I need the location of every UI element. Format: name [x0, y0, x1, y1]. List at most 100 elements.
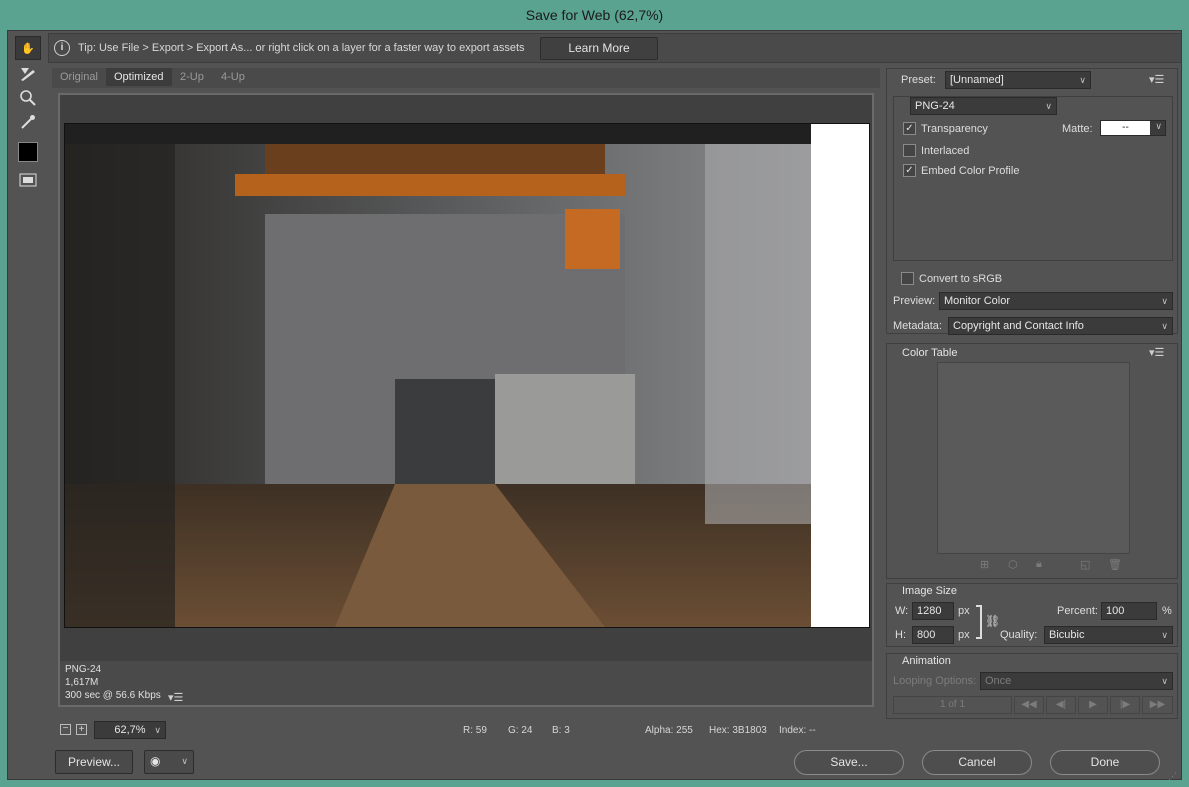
convert-srgb-label: Convert to sRGB	[919, 273, 1003, 285]
format-group: PNG-24 ∨ ✓ Transparency Matte: -- ∨ Inter…	[893, 96, 1173, 261]
first-frame-icon[interactable]: ◀◀	[1014, 696, 1044, 714]
matte-label: Matte:	[1062, 123, 1093, 135]
toggle-slices-icon[interactable]	[15, 168, 41, 192]
tip-text: Tip: Use File > Export > Export As... or…	[78, 42, 525, 54]
metadata-value: Copyright and Contact Info	[953, 320, 1084, 332]
hand-tool-icon[interactable]: ✋	[15, 36, 41, 60]
percent-input[interactable]: 100	[1101, 602, 1157, 620]
status-index: Index: --	[779, 725, 816, 736]
link-icon[interactable]: ⛓︎	[985, 614, 1000, 628]
metadata-label: Metadata:	[893, 320, 942, 332]
tab-2-up[interactable]: 2-Up	[172, 68, 212, 86]
matte-value: --	[1101, 121, 1150, 135]
zoom-value: 62,7%	[114, 724, 146, 736]
color-table-panel: Color Table ▾☰ ⊞ ⬡ 🔒︎ ◱ 🗑︎	[886, 343, 1178, 579]
view-tabs: Original Optimized 2-Up 4-Up	[52, 68, 880, 88]
slice-select-tool-icon[interactable]	[15, 62, 41, 86]
preset-value: [Unnamed]	[950, 74, 1004, 86]
percent-sign: %	[1162, 605, 1172, 617]
image-info-panel: PNG-24 1,617M 300 sec @ 56.6 Kbps ▾☰	[60, 661, 872, 705]
trash-icon[interactable]: 🗑︎	[1108, 558, 1122, 571]
optimize-menu-icon[interactable]: ▾☰	[1149, 73, 1164, 86]
factory-photo	[65, 124, 811, 627]
zoom-in-icon[interactable]: +	[76, 724, 87, 735]
info-format: PNG-24	[65, 664, 102, 675]
constrain-bracket	[976, 605, 982, 639]
looping-select[interactable]: Once ∨	[980, 672, 1173, 690]
browser-select[interactable]: ◉ ∨	[144, 750, 194, 774]
quality-select[interactable]: Bicubic ∨	[1044, 626, 1173, 644]
download-speed-menu-icon[interactable]: ▾☰	[168, 691, 183, 704]
eyedropper-color-swatch[interactable]	[15, 140, 41, 164]
width-input[interactable]: 1280	[912, 602, 954, 620]
metadata-select[interactable]: Copyright and Contact Info ∨	[948, 317, 1173, 335]
cube-icon[interactable]: ⬡	[1008, 558, 1018, 571]
preview-select[interactable]: Monitor Color ∨	[939, 292, 1173, 310]
cancel-button[interactable]: Cancel	[922, 750, 1032, 775]
preset-select[interactable]: [Unnamed] ∨	[945, 71, 1091, 89]
zoom-tool-icon[interactable]	[15, 86, 41, 110]
tools-panel: ✋	[15, 36, 41, 192]
color-table-menu-icon[interactable]: ▾☰	[1149, 346, 1164, 359]
quality-value: Bicubic	[1049, 629, 1085, 641]
status-r: R: 59	[463, 725, 487, 736]
chevron-down-icon: ∨	[154, 725, 161, 735]
status-g: G: 24	[508, 725, 533, 736]
browser-icon: ◉	[150, 754, 161, 768]
matte-select[interactable]: -- ∨	[1100, 120, 1166, 136]
next-frame-icon[interactable]: |▶	[1110, 696, 1140, 714]
resize-grip-icon[interactable]: ⋰	[1168, 771, 1177, 782]
preview-canvas[interactable]	[64, 123, 870, 628]
interlaced-checkbox[interactable]	[903, 144, 916, 157]
width-unit: px	[958, 605, 970, 617]
web-shift-icon[interactable]: ⊞	[980, 558, 989, 571]
transparency-label: Transparency	[921, 123, 988, 135]
chevron-down-icon: ∨	[181, 756, 188, 766]
play-icon[interactable]: ▶	[1078, 696, 1108, 714]
color-table-title: Color Table	[902, 347, 958, 359]
dialog-window: ✋ i Tip: Use File > Export > Export As..…	[7, 30, 1182, 782]
settings-panel: Preset: [Unnamed] ∨ ▾☰ PNG-24 ∨ ✓ Transpar…	[886, 68, 1178, 335]
zoom-out-icon[interactable]: −	[60, 724, 71, 735]
preview-button[interactable]: Preview...	[55, 750, 133, 774]
lock-icon[interactable]: 🔒︎	[1036, 558, 1042, 571]
embed-profile-checkbox[interactable]: ✓	[903, 164, 916, 177]
format-value: PNG-24	[915, 100, 955, 112]
color-table-grid	[937, 362, 1130, 554]
preview-label: Preview:	[893, 295, 936, 307]
info-speed: 300 sec @ 56.6 Kbps	[65, 690, 161, 701]
tip-bar: i Tip: Use File > Export > Export As... …	[48, 33, 1182, 63]
info-size: 1,617M	[65, 677, 99, 688]
width-label: W:	[895, 605, 909, 617]
prev-frame-icon[interactable]: ◀|	[1046, 696, 1076, 714]
zoom-select[interactable]: 62,7% ∨	[94, 721, 166, 739]
tab-4-up[interactable]: 4-Up	[213, 68, 253, 86]
learn-more-button[interactable]: Learn More	[540, 37, 658, 60]
frame-counter: 1 of 1	[893, 696, 1012, 714]
format-select[interactable]: PNG-24 ∨	[910, 97, 1057, 115]
preview-frame	[58, 93, 874, 707]
window-title: Save for Web (62,7%)	[525, 7, 664, 23]
chevron-down-icon: ∨	[1161, 676, 1168, 686]
eyedropper-tool-icon[interactable]	[15, 110, 41, 134]
chevron-down-icon: ∨	[1079, 75, 1086, 85]
preview-value: Monitor Color	[944, 295, 1011, 307]
save-button[interactable]: Save...	[794, 750, 904, 775]
done-button[interactable]: Done	[1050, 750, 1160, 775]
chevron-down-icon: ∨	[1155, 121, 1162, 131]
animation-panel: Animation Looping Options: Once ∨ 1 of 1 …	[886, 653, 1178, 719]
convert-srgb-checkbox[interactable]	[901, 272, 914, 285]
chevron-down-icon: ∨	[1045, 101, 1052, 111]
embed-profile-label: Embed Color Profile	[921, 165, 1020, 177]
tab-optimized[interactable]: Optimized	[106, 68, 172, 86]
new-color-icon[interactable]: ◱	[1080, 558, 1090, 571]
info-icon: i	[54, 40, 70, 56]
tab-original[interactable]: Original	[52, 68, 106, 86]
percent-label: Percent:	[1057, 605, 1098, 617]
last-frame-icon[interactable]: ▶▶	[1142, 696, 1173, 714]
height-input[interactable]: 800	[912, 626, 954, 644]
looping-label: Looping Options:	[893, 675, 977, 687]
preset-label: Preset:	[901, 74, 936, 86]
chevron-down-icon: ∨	[1161, 321, 1168, 331]
transparency-checkbox[interactable]: ✓	[903, 122, 916, 135]
